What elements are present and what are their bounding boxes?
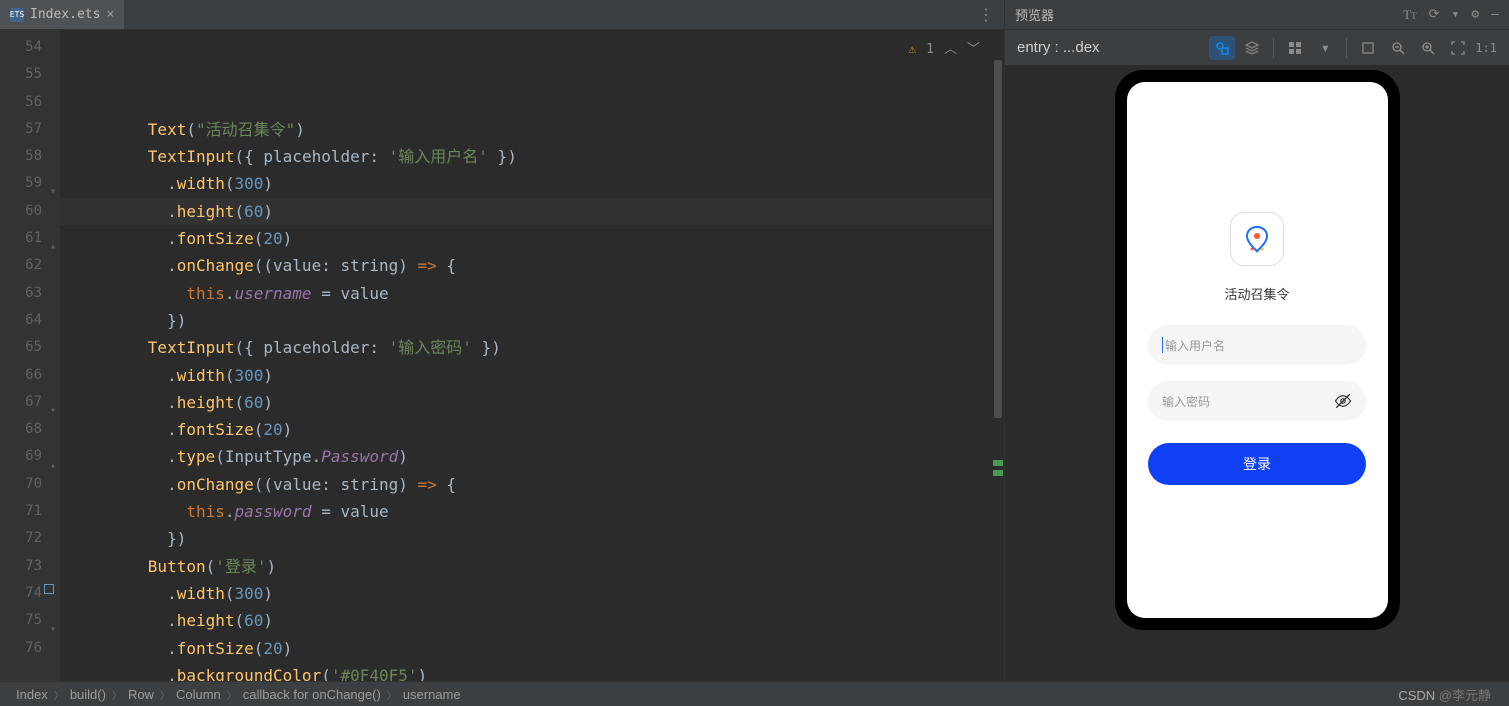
dropdown-icon[interactable]: ▾ — [1312, 36, 1338, 60]
tab-bar: ETS Index.ets × ⋮ — [0, 0, 1004, 30]
eye-off-icon[interactable] — [1334, 392, 1352, 410]
next-highlight-icon[interactable]: ﹀ — [967, 36, 980, 63]
zoom-out-icon[interactable] — [1385, 36, 1411, 60]
preview-pane: 预览器 TT ⟳ ▾ ⚙ — entry : ...dex — [1004, 0, 1509, 681]
username-placeholder: 输入用户名 — [1165, 337, 1225, 354]
file-tab[interactable]: ETS Index.ets × — [0, 0, 124, 29]
crop-icon[interactable] — [1355, 36, 1381, 60]
watermark: CSDN @李元静 — [1398, 685, 1497, 704]
zoom-in-icon[interactable] — [1415, 36, 1441, 60]
warning-icon: ⚠ — [908, 36, 916, 63]
code-area[interactable]: Text("活动召集令") TextInput({ placeholder: '… — [60, 30, 1004, 681]
ratio-label[interactable]: 1:1 — [1475, 36, 1497, 60]
entry-label[interactable]: entry : ...dex — [1017, 39, 1100, 56]
device-frame: 活动召集令 输入用户名 输入密码 登录 — [1115, 70, 1400, 630]
login-label: 登录 — [1243, 454, 1271, 474]
preview-title: 预览器 — [1015, 5, 1054, 24]
prev-highlight-icon[interactable]: ︿ — [944, 36, 957, 63]
layers-icon[interactable] — [1239, 36, 1265, 60]
app-logo — [1230, 212, 1284, 266]
breadcrumb[interactable]: Index〉build()〉Row〉Column〉callback for on… — [12, 687, 465, 702]
warning-count: 1 — [926, 36, 934, 63]
fullscreen-icon[interactable] — [1445, 36, 1471, 60]
device-screen[interactable]: 活动召集令 输入用户名 输入密码 登录 — [1127, 82, 1388, 618]
preview-canvas: 活动召集令 输入用户名 输入密码 登录 — [1005, 66, 1509, 681]
plug-icon[interactable]: ▾ — [1452, 7, 1460, 22]
ets-file-icon: ETS — [10, 8, 24, 22]
password-placeholder: 输入密码 — [1162, 393, 1210, 410]
close-icon[interactable]: × — [106, 7, 114, 22]
status-bar: Index〉build()〉Row〉Column〉callback for on… — [0, 681, 1509, 706]
app-title: 活动召集令 — [1224, 284, 1289, 303]
editor-pane: ETS Index.ets × ⋮ 5455565758596061626364… — [0, 0, 1004, 681]
fold-end-icon[interactable]: ▴ — [50, 233, 56, 260]
tab-filename: Index.ets — [30, 7, 100, 22]
username-input[interactable]: 输入用户名 — [1148, 325, 1366, 365]
fold-end-icon[interactable]: ▴ — [50, 452, 56, 479]
line-gutter: 5455565758596061626364656667686970717273… — [0, 30, 60, 681]
minimize-icon[interactable]: — — [1491, 7, 1499, 22]
password-input[interactable]: 输入密码 — [1148, 381, 1366, 421]
grid-icon[interactable] — [1282, 36, 1308, 60]
refresh-icon[interactable]: ⟳ — [1429, 7, 1440, 22]
preview-header: 预览器 TT ⟳ ▾ ⚙ — — [1005, 0, 1509, 30]
preview-toolbar: entry : ...dex ▾ — [1005, 30, 1509, 66]
editor-body[interactable]: 5455565758596061626364656667686970717273… — [0, 30, 1004, 681]
login-button[interactable]: 登录 — [1148, 443, 1366, 485]
breakpoint-marker[interactable] — [44, 584, 54, 594]
fold-icon[interactable]: ▾ — [50, 178, 56, 205]
inspect-icon[interactable] — [1209, 36, 1235, 60]
gear-icon[interactable]: ⚙ — [1471, 7, 1479, 22]
fold-icon[interactable]: ▾ — [50, 397, 56, 424]
tab-menu-icon[interactable]: ⋮ — [978, 5, 1004, 24]
text-cursor — [1162, 337, 1163, 353]
inspection-panel[interactable]: ⚠ 1 ︿ ﹀ — [908, 36, 980, 63]
font-size-icon[interactable]: TT — [1403, 7, 1416, 23]
fold-icon[interactable]: ▾ — [50, 616, 56, 643]
